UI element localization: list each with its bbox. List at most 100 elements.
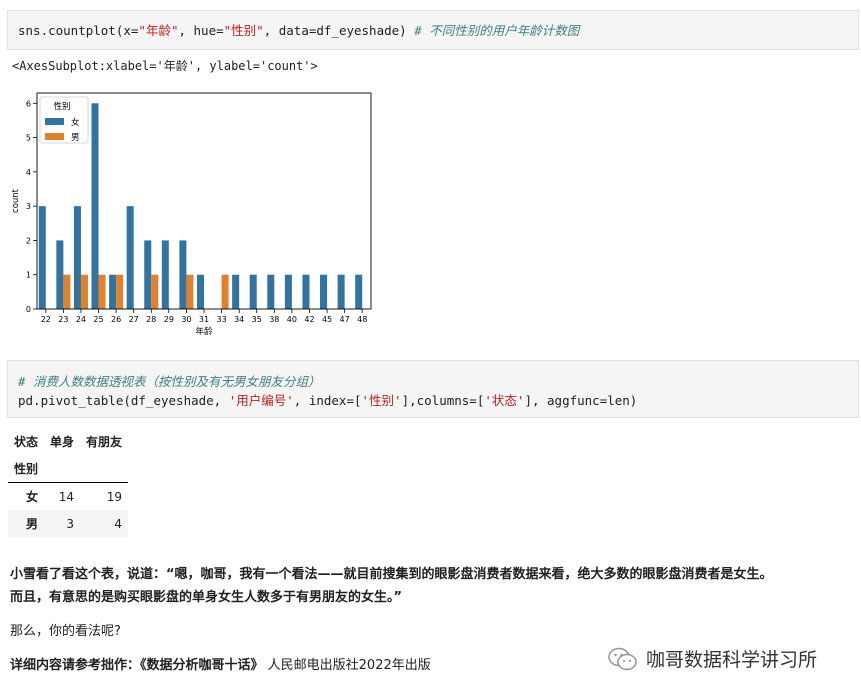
bar [196,274,204,309]
bar [302,274,310,309]
table-row: 男 3 4 [8,510,129,537]
pivot-cell: 19 [80,482,129,510]
wechat-icon [608,647,637,670]
pivot-index-row: 性别 [8,455,128,483]
bar [355,274,363,309]
pivot-header-row: 状态 单身 有朋友 [8,428,128,455]
code-text: pd.pivot_table(df_eyeshade, [18,393,229,408]
reference-publisher: 人民邮电出版社2022年出版 [263,658,431,673]
pivot-cell: 14 [44,482,81,510]
code-text: ],columns=[ [401,393,485,408]
bar [221,274,229,309]
bar [284,274,292,309]
x-tick-label: 23 [58,315,68,324]
x-tick-label: 25 [93,315,103,324]
pivot-index-name: 性别 [14,462,39,476]
wechat-watermark: 咖哥数据科学讲习所 [608,645,817,672]
code-string: '用户编号' [228,393,294,408]
bar [56,240,64,309]
x-tick-label: 26 [111,315,121,324]
table-row: 女 14 19 [8,482,129,510]
pivot-table: 状态 单身 有朋友 性别 女 14 19 男 3 4 [8,428,129,537]
bar [126,206,134,309]
y-tick-label: 5 [26,134,31,143]
bar [144,240,152,309]
bar [109,274,117,309]
y-tick-label: 6 [26,99,31,108]
bar [267,274,275,309]
x-tick-label: 27 [129,315,139,324]
legend-label: 女 [71,117,80,128]
y-axis-label: count [11,188,21,213]
x-tick-label: 35 [252,315,262,324]
code-text: , index=[ [293,393,362,408]
code-text: , data=df_eyeshade) [263,23,415,38]
code-text: ], aggfunc=len) [524,393,638,408]
x-tick-label: 42 [304,315,314,324]
code-text: , hue= [178,23,224,38]
paragraph-reference: 详细内容请参考拙作：《数据分析咖哥十话》 人民邮电出版社2022年出版 [10,654,431,677]
bar [337,274,345,309]
pivot-row-label: 女 [8,482,45,510]
bar [63,274,71,309]
bar [249,274,257,309]
y-tick-label: 2 [26,236,31,245]
code-cell-countplot[interactable]: sns.countplot(x="年龄", hue="性别", data=df_… [7,10,859,50]
bar [186,274,194,309]
x-tick-label: 33 [216,315,226,324]
x-tick-label: 28 [146,315,156,324]
code-text: sns.countplot(x= [18,23,139,38]
code-string: "年龄" [138,23,179,38]
bar [38,206,46,309]
bar [320,274,328,309]
legend-title: 性别 [53,101,70,112]
x-tick-label: 31 [199,315,209,324]
pivot-columns-name: 状态 [14,435,39,449]
code-comment: # 不同性别的用户年龄计数图 [414,23,580,38]
reference-bold: 详细内容请参考拙作：《数据分析咖哥十话》 [10,658,264,673]
paragraph-question: 那么，你的看法呢? [10,624,121,639]
x-tick-label: 45 [322,315,332,324]
x-axis-label: 年龄 [195,326,213,337]
legend-swatch [45,118,64,125]
y-tick-label: 1 [26,271,31,280]
countplot-chart: 012345622 23 24 25 26 27 28 29 30 31 33 34 35 38 40 42 4… [11,92,372,337]
code-cell-pivot[interactable]: # 消费人数数据透视表（按性别及有无男女朋友分组） pd.pivot_table(… [7,360,859,418]
bar [80,274,88,309]
code-comment: # 消费人数数据透视表（按性别及有无男女朋友分组） [18,374,321,389]
paragraph-line: 小雪看了看这个表，说道：“嗯，咖哥，我有一个看法——就目前搜集到的眼影盘消费者数… [10,567,773,582]
x-tick-label: 34 [234,315,244,324]
y-tick-label: 0 [26,305,31,314]
code-string: "性别" [223,23,264,38]
bar [91,103,99,310]
x-tick-label: 48 [357,315,367,324]
x-tick-label: 40 [287,315,297,324]
x-tick-label: 47 [340,315,350,324]
watermark-text: 咖哥数据科学讲习所 [646,649,818,671]
code-string: '性别' [361,393,402,408]
y-tick-label: 4 [26,168,31,177]
pivot-col-header-single: 单身 [50,435,75,449]
x-tick-label: 38 [269,315,279,324]
x-tick-label: 29 [164,315,174,324]
bar [161,240,169,309]
pivot-row-label: 男 [8,510,45,537]
x-tick-label: 24 [76,315,86,324]
pivot-col-header-partner: 有朋友 [86,435,123,449]
bar [151,274,159,309]
legend-label: 男 [71,133,80,143]
pivot-cell: 4 [80,510,129,537]
x-tick-label: 22 [41,315,51,324]
y-tick-label: 3 [26,202,31,211]
cell-output-text: <AxesSubplot:xlabel='年龄', ylabel='count'… [12,59,318,73]
pivot-cell: 3 [44,510,81,537]
paragraph-dialogue: 小雪看了看这个表，说道：“嗯，咖哥，我有一个看法——就目前搜集到的眼影盘消费者数… [10,563,773,609]
bar [73,206,81,309]
legend-swatch [45,133,64,140]
code-string: '状态' [484,393,525,408]
bar [98,274,106,309]
bar [232,274,240,309]
bar [116,274,124,309]
paragraph-line: 而且，有意思的是购买眼影盘的单身女生人数多于有男朋友的女生。” [10,590,403,605]
bar [179,240,187,309]
